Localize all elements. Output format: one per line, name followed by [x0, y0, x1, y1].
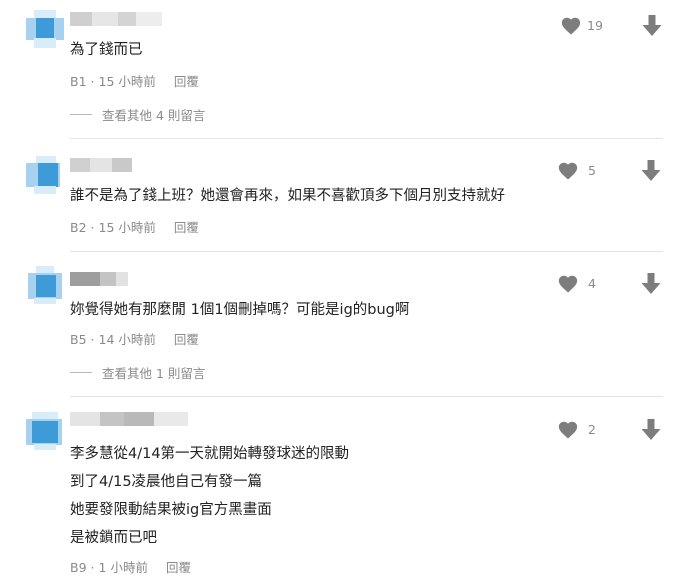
comment-actions: 2 — [541, 418, 681, 442]
divider-dash — [70, 114, 92, 115]
comment-text: 誰不是為了錢上班？她還會再來，如果不喜歡頂多下個月別支持就好 — [70, 182, 505, 210]
view-more-replies[interactable]: 查看其他 4 則留言 — [70, 105, 205, 124]
username-blurred — [70, 412, 188, 426]
timestamp: 15 小時前 — [98, 220, 156, 235]
avatar[interactable] — [26, 10, 64, 48]
comment-line: 到了4/15凌晨他自己有發一篇 — [70, 474, 263, 490]
divider-dash — [70, 372, 92, 373]
like-count: 19 — [587, 18, 603, 33]
comment-divider — [70, 251, 663, 252]
like-count: 5 — [588, 163, 596, 178]
heart-icon[interactable] — [557, 160, 579, 182]
comment-line: 李多慧從4/14第一天就開始轉發球迷的限動 — [70, 446, 350, 462]
reply-button[interactable]: 回覆 — [174, 332, 199, 347]
comment-actions: 5 — [541, 159, 681, 183]
reply-button[interactable]: 回覆 — [174, 74, 199, 89]
heart-icon[interactable] — [560, 15, 582, 37]
comment-text: 妳覺得她有那麼閒 1個1個刪掉嗎？可能是ig的bug啊 — [70, 296, 409, 324]
arrow-down-icon[interactable] — [641, 273, 661, 295]
avatar[interactable] — [26, 156, 64, 194]
timestamp: 14 小時前 — [98, 332, 156, 347]
heart-icon[interactable] — [557, 419, 579, 441]
comment-actions: 19 — [541, 14, 681, 38]
timestamp: 1 小時前 — [98, 560, 148, 575]
arrow-down-icon[interactable] — [642, 15, 662, 37]
meta-separator: · — [90, 220, 95, 235]
avatar[interactable] — [26, 266, 64, 304]
view-more-replies[interactable]: 查看其他 1 則留言 — [70, 363, 205, 382]
floor-number: B9 — [70, 560, 87, 575]
floor-number: B5 — [70, 332, 87, 347]
username-blurred — [70, 12, 162, 26]
comment-divider — [70, 396, 663, 397]
floor-number: B2 — [70, 220, 87, 235]
username-blurred — [70, 158, 132, 172]
heart-icon[interactable] — [557, 273, 579, 295]
comment-line: 是被鎖而已吧 — [70, 530, 157, 546]
comment-meta: B5 · 14 小時前 回覆 — [70, 329, 199, 348]
comment-actions: 4 — [541, 272, 681, 296]
comment-meta: B1 · 15 小時前 回覆 — [70, 71, 199, 90]
comment-meta: B2 · 15 小時前 回覆 — [70, 217, 199, 236]
arrow-down-icon[interactable] — [641, 419, 661, 441]
comment-line: 為了錢而已 — [70, 42, 143, 58]
reply-button[interactable]: 回覆 — [166, 560, 191, 575]
arrow-down-icon[interactable] — [641, 160, 661, 182]
comment-text: 李多慧從4/14第一天就開始轉發球迷的限動 到了4/15凌晨他自己有發一篇 她要… — [70, 440, 349, 552]
comment-line: 誰不是為了錢上班？她還會再來，如果不喜歡頂多下個月別支持就好 — [70, 188, 505, 204]
timestamp: 15 小時前 — [98, 74, 156, 89]
comment-line: 妳覺得她有那麼閒 1個1個刪掉嗎？可能是ig的bug啊 — [70, 302, 410, 318]
comment-text: 為了錢而已 — [70, 36, 143, 64]
comment-meta: B9 · 1 小時前 回覆 — [70, 557, 191, 576]
floor-number: B1 — [70, 74, 87, 89]
reply-button[interactable]: 回覆 — [174, 220, 199, 235]
like-count: 4 — [588, 276, 596, 291]
like-count: 2 — [588, 422, 596, 437]
avatar[interactable] — [26, 412, 64, 450]
view-more-replies-label: 查看其他 1 則留言 — [102, 366, 206, 381]
meta-separator: · — [90, 74, 95, 89]
comment-divider — [70, 138, 663, 139]
meta-separator: · — [90, 332, 95, 347]
meta-separator: · — [90, 560, 95, 575]
username-blurred — [70, 272, 128, 286]
comment-line: 她要發限動結果被ig官方黑畫面 — [70, 502, 272, 518]
view-more-replies-label: 查看其他 4 則留言 — [102, 108, 206, 123]
